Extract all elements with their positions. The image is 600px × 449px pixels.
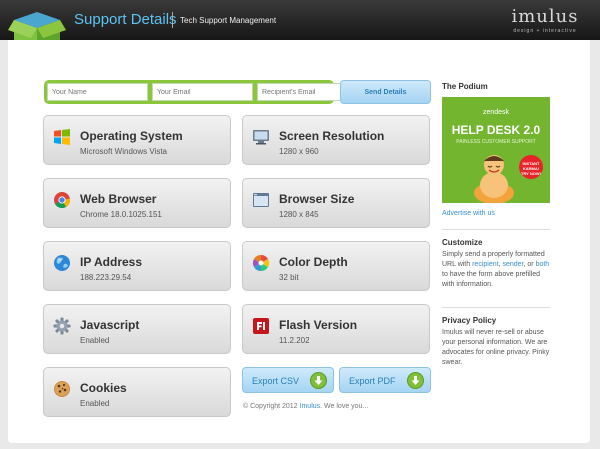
ad-brand: zendesk <box>482 109 510 116</box>
card-value: 11.2.202 <box>279 336 310 345</box>
brand-logo[interactable]: imulus <box>505 6 585 27</box>
color-wheel-icon <box>252 254 270 272</box>
app-subtitle: Tech Support Management <box>180 16 277 25</box>
card-javascript: Javascript Enabled <box>43 304 231 354</box>
send-details-button[interactable]: Send Details <box>340 80 431 104</box>
gear-icon <box>53 317 71 335</box>
card-value: 32 bit <box>279 273 299 282</box>
sidebar-divider <box>442 229 550 230</box>
customize-heading: Customize <box>442 238 483 247</box>
windows-logo-icon <box>54 129 70 145</box>
card-value: Chrome 18.0.1025.151 <box>80 210 162 219</box>
app-title: Support Details <box>74 11 177 28</box>
card-web-browser: Web Browser Chrome 18.0.1025.151 <box>43 178 231 228</box>
card-color-depth: Color Depth 32 bit <box>242 241 430 291</box>
card-value: Microsoft Windows Vista <box>80 147 167 156</box>
card-value: Enabled <box>80 399 110 408</box>
download-arrow-icon <box>407 372 424 389</box>
buddha-mascot-icon <box>474 155 514 203</box>
recipient-link[interactable]: recipient <box>472 261 498 268</box>
email-input[interactable] <box>152 83 253 101</box>
chrome-logo-icon <box>54 192 71 208</box>
card-operating-system: Operating System Microsoft Windows Vista <box>43 115 231 165</box>
card-browser-size: Browser Size 1280 x 845 <box>242 178 430 228</box>
cookie-icon <box>54 381 70 397</box>
card-label: Cookies <box>80 381 127 395</box>
customize-text-part: to have the form above prefilled with in… <box>442 271 541 288</box>
customize-or: , or <box>523 261 534 268</box>
card-label: Color Depth <box>279 255 348 269</box>
browser-window-icon <box>253 193 269 207</box>
export-pdf-button[interactable]: Export PDF <box>339 367 431 393</box>
export-pdf-label: Export PDF <box>349 376 396 386</box>
privacy-text: Imulus will never re-sell or abuse your … <box>442 329 550 366</box>
card-label: Web Browser <box>80 192 157 206</box>
monitor-icon <box>253 130 269 145</box>
sender-link[interactable]: sender <box>502 261 523 268</box>
copyright-prefix: © Copyright 2012 <box>243 403 298 410</box>
globe-icon <box>54 255 70 271</box>
card-value: 188.223.29.54 <box>80 273 132 282</box>
card-value: 1280 x 960 <box>279 147 319 156</box>
card-value: Enabled <box>80 336 110 345</box>
customize-text: Simply send a properly formatted URL wit… <box>442 251 550 288</box>
flash-logo-icon <box>253 318 269 334</box>
card-screen-resolution: Screen Resolution 1280 x 960 <box>242 115 430 165</box>
both-link[interactable]: both <box>536 261 550 268</box>
copyright-notice: © Copyright 2012 Imulus. We love you... <box>243 403 368 410</box>
imulus-link[interactable]: Imulus <box>300 403 321 410</box>
sidebar-divider <box>442 307 550 308</box>
card-cookies: Cookies Enabled <box>43 367 231 417</box>
card-ip-address: IP Address 188.223.29.54 <box>43 241 231 291</box>
brand-tagline: design + interactive <box>513 28 577 34</box>
privacy-heading: Privacy Policy <box>442 316 497 325</box>
ad-headline: HELP DESK 2.0 <box>451 123 541 137</box>
title-divider <box>172 12 173 28</box>
download-arrow-icon <box>310 372 327 389</box>
podium-heading: The Podium <box>442 82 488 91</box>
card-label: Screen Resolution <box>279 129 385 143</box>
card-flash-version: Flash Version 11.2.202 <box>242 304 430 354</box>
card-label: Operating System <box>80 129 183 143</box>
card-label: Javascript <box>80 318 140 332</box>
name-input[interactable] <box>47 83 148 101</box>
card-label: IP Address <box>80 255 143 269</box>
card-value: 1280 x 845 <box>279 210 319 219</box>
export-csv-label: Export CSV <box>252 376 300 386</box>
details-form <box>44 80 358 104</box>
card-label: Browser Size <box>279 192 355 206</box>
export-csv-button[interactable]: Export CSV <box>242 367 334 393</box>
advertise-link[interactable]: Advertise with us <box>442 210 495 217</box>
ad-tagline: PAINLESS CUSTOMER SUPPORT <box>456 139 536 145</box>
card-label: Flash Version <box>279 318 358 332</box>
zendesk-ad-banner[interactable]: zendesk HELP DESK 2.0 PAINLESS CUSTOMER … <box>442 97 550 203</box>
copyright-suffix: . We love you... <box>320 403 369 410</box>
ad-badge: INSTANT KARMA! TRY NOW! <box>519 155 543 179</box>
